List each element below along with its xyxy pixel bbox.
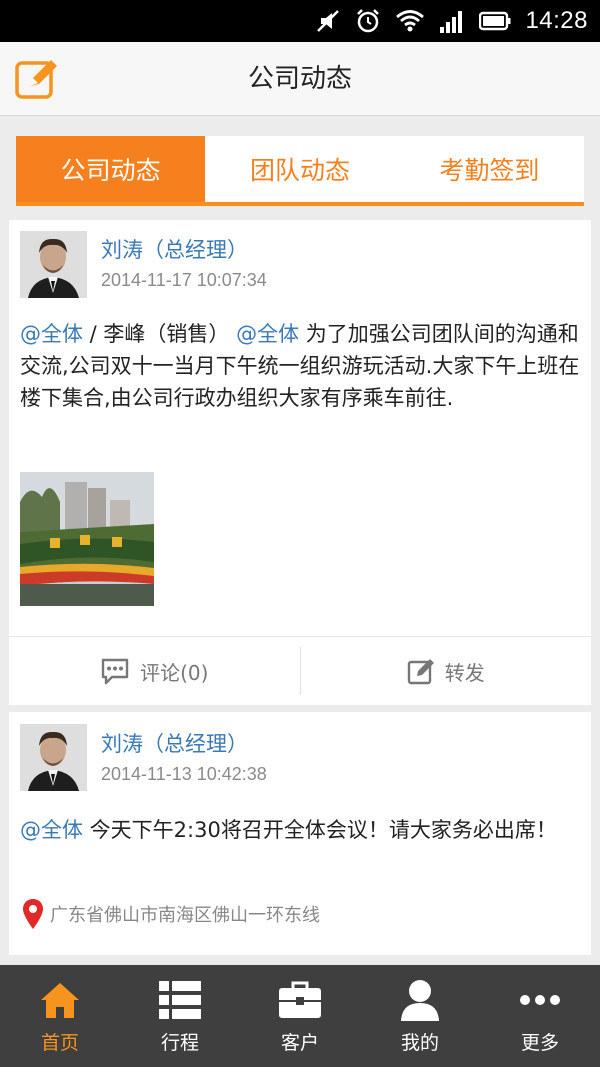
- comment-label: 评论(0): [140, 660, 209, 685]
- nav-customers[interactable]: 客户: [240, 965, 360, 1067]
- post-photo[interactable]: [20, 472, 154, 606]
- nav-more[interactable]: 更多: [480, 965, 600, 1067]
- avatar[interactable]: [20, 231, 87, 298]
- post-content: @全体 今天下午2:30将召开全体会议！请大家务必出席！: [20, 814, 580, 846]
- mention-all[interactable]: @全体: [20, 322, 83, 346]
- alarm-icon: [355, 8, 381, 34]
- nav-mine[interactable]: 我的: [360, 965, 480, 1067]
- tab-attendance[interactable]: 考勤签到: [395, 136, 584, 202]
- location-pin-icon: [23, 899, 43, 929]
- tab-company-news[interactable]: 公司动态: [16, 136, 206, 202]
- post-card: 刘涛（总经理） 2014-11-17 10:07:34 @全体 / 李峰（销售）…: [9, 220, 591, 705]
- forward-label: 转发: [444, 660, 485, 685]
- nav-home-label: 首页: [40, 1031, 79, 1054]
- tab-bar: 公司动态 团队动态 考勤签到: [16, 136, 584, 206]
- forward-icon: [407, 659, 434, 685]
- tab-team-news[interactable]: 团队动态: [205, 136, 394, 202]
- briefcase-icon: [278, 978, 322, 1022]
- title-bar: 公司动态: [0, 42, 600, 116]
- author-name[interactable]: 刘涛（总经理）: [101, 728, 248, 758]
- battery-icon: [479, 11, 511, 31]
- wifi-icon: [395, 9, 425, 33]
- avatar[interactable]: [20, 724, 87, 791]
- post-location[interactable]: 广东省佛山市南海区佛山一环东线: [22, 898, 320, 930]
- post-content: @全体 / 李峰（销售） @全体 为了加强公司团队间的沟通和交流,公司双十一当月…: [20, 318, 580, 414]
- home-icon: [38, 978, 82, 1022]
- person-icon: [398, 978, 442, 1022]
- forward-button[interactable]: 转发: [301, 637, 592, 705]
- nav-mine-label: 我的: [400, 1031, 439, 1054]
- mention-all[interactable]: @全体: [236, 322, 299, 346]
- post-text: 今天下午2:30将召开全体会议！请大家务必出席！: [83, 818, 557, 842]
- mute-icon: [315, 8, 341, 34]
- nav-more-label: 更多: [520, 1031, 559, 1054]
- nav-customers-label: 客户: [280, 1031, 319, 1054]
- mention-separator: / 李峰（销售）: [83, 322, 230, 346]
- mention-all[interactable]: @全体: [20, 818, 83, 842]
- post-time: 2014-11-13 10:42:38: [101, 764, 267, 784]
- clock: 14:28: [525, 7, 588, 34]
- post-actions: 评论(0) 转发: [9, 636, 591, 705]
- post-card: 刘涛（总经理） 2014-11-13 10:42:38 @全体 今天下午2:30…: [9, 712, 591, 955]
- bottom-nav: 首页 行程 客户 我的 更多: [0, 965, 600, 1067]
- page-title: 公司动态: [247, 64, 352, 94]
- status-bar: 14:28: [0, 0, 600, 42]
- nav-schedule-label: 行程: [160, 1031, 199, 1054]
- post-time: 2014-11-17 10:07:34: [101, 270, 267, 290]
- more-icon: [518, 978, 562, 1022]
- nav-schedule[interactable]: 行程: [120, 965, 240, 1067]
- signal-icon: [439, 9, 465, 33]
- author-name[interactable]: 刘涛（总经理）: [101, 234, 248, 264]
- comment-icon: [101, 658, 129, 685]
- nav-home[interactable]: 首页: [0, 965, 120, 1067]
- list-icon: [158, 978, 202, 1022]
- location-text: 广东省佛山市南海区佛山一环东线: [50, 905, 320, 926]
- comment-button[interactable]: 评论(0): [9, 637, 300, 705]
